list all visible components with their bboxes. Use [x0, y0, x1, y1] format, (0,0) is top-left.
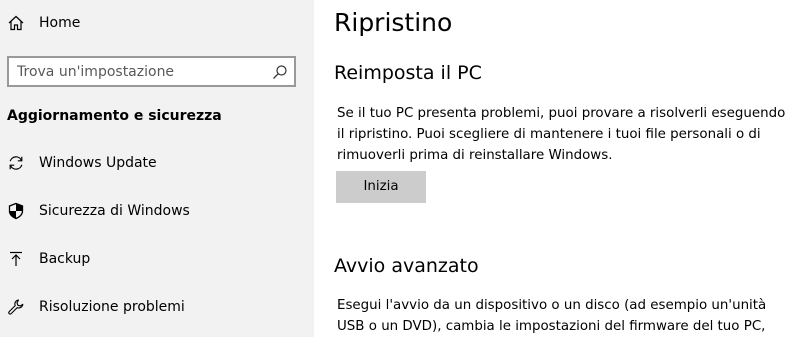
- advanced-startup-description: Esegui l'avvio da un dispositivo o un di…: [337, 295, 782, 337]
- sync-icon: [7, 154, 25, 172]
- description-line: USB o un DVD), cambia le impostazioni de…: [337, 319, 766, 334]
- reset-pc-heading: Reimposta il PC: [334, 62, 482, 84]
- upload-arrow-icon: [7, 250, 25, 268]
- search-input[interactable]: [17, 62, 257, 82]
- section-heading: Aggiornamento e sicurezza: [7, 108, 222, 124]
- home-icon: [7, 14, 25, 32]
- sidebar-item-troubleshoot[interactable]: Risoluzione problemi: [0, 287, 314, 327]
- description-line: Esegui l'avvio da un dispositivo o un di…: [337, 298, 767, 313]
- search-icon[interactable]: [272, 64, 288, 80]
- sidebar-item-label: Windows Update: [39, 155, 157, 171]
- sidebar-item-windows-update[interactable]: Windows Update: [0, 143, 314, 183]
- reset-pc-description: Se il tuo PC presenta problemi, puoi pro…: [337, 103, 785, 166]
- wrench-icon: [7, 298, 25, 316]
- advanced-startup-heading: Avvio avanzato: [334, 255, 479, 277]
- sidebar: Home Aggiornamento e sicurezza: [0, 0, 314, 337]
- search-box[interactable]: [7, 56, 296, 87]
- description-line: Se il tuo PC presenta problemi, puoi pro…: [337, 106, 785, 121]
- home-label: Home: [39, 15, 81, 31]
- settings-window: Home Aggiornamento e sicurezza: [0, 0, 785, 337]
- sidebar-item-backup[interactable]: Backup: [0, 239, 314, 279]
- main-content: Ripristino Reimposta il PC Se il tuo PC …: [314, 0, 785, 337]
- page-title: Ripristino: [334, 8, 453, 37]
- home-nav-item[interactable]: Home: [0, 0, 314, 46]
- description-line: rimuoverli prima di reinstallare Windows…: [337, 148, 613, 163]
- sidebar-item-label: Risoluzione problemi: [39, 299, 185, 315]
- sidebar-item-windows-security[interactable]: Sicurezza di Windows: [0, 191, 314, 231]
- sidebar-item-label: Sicurezza di Windows: [39, 203, 190, 219]
- sidebar-item-label: Backup: [39, 251, 91, 267]
- get-started-button[interactable]: Inizia: [336, 171, 426, 203]
- shield-icon: [7, 202, 25, 220]
- description-line: il ripristino. Puoi scegliere di mantene…: [337, 127, 761, 142]
